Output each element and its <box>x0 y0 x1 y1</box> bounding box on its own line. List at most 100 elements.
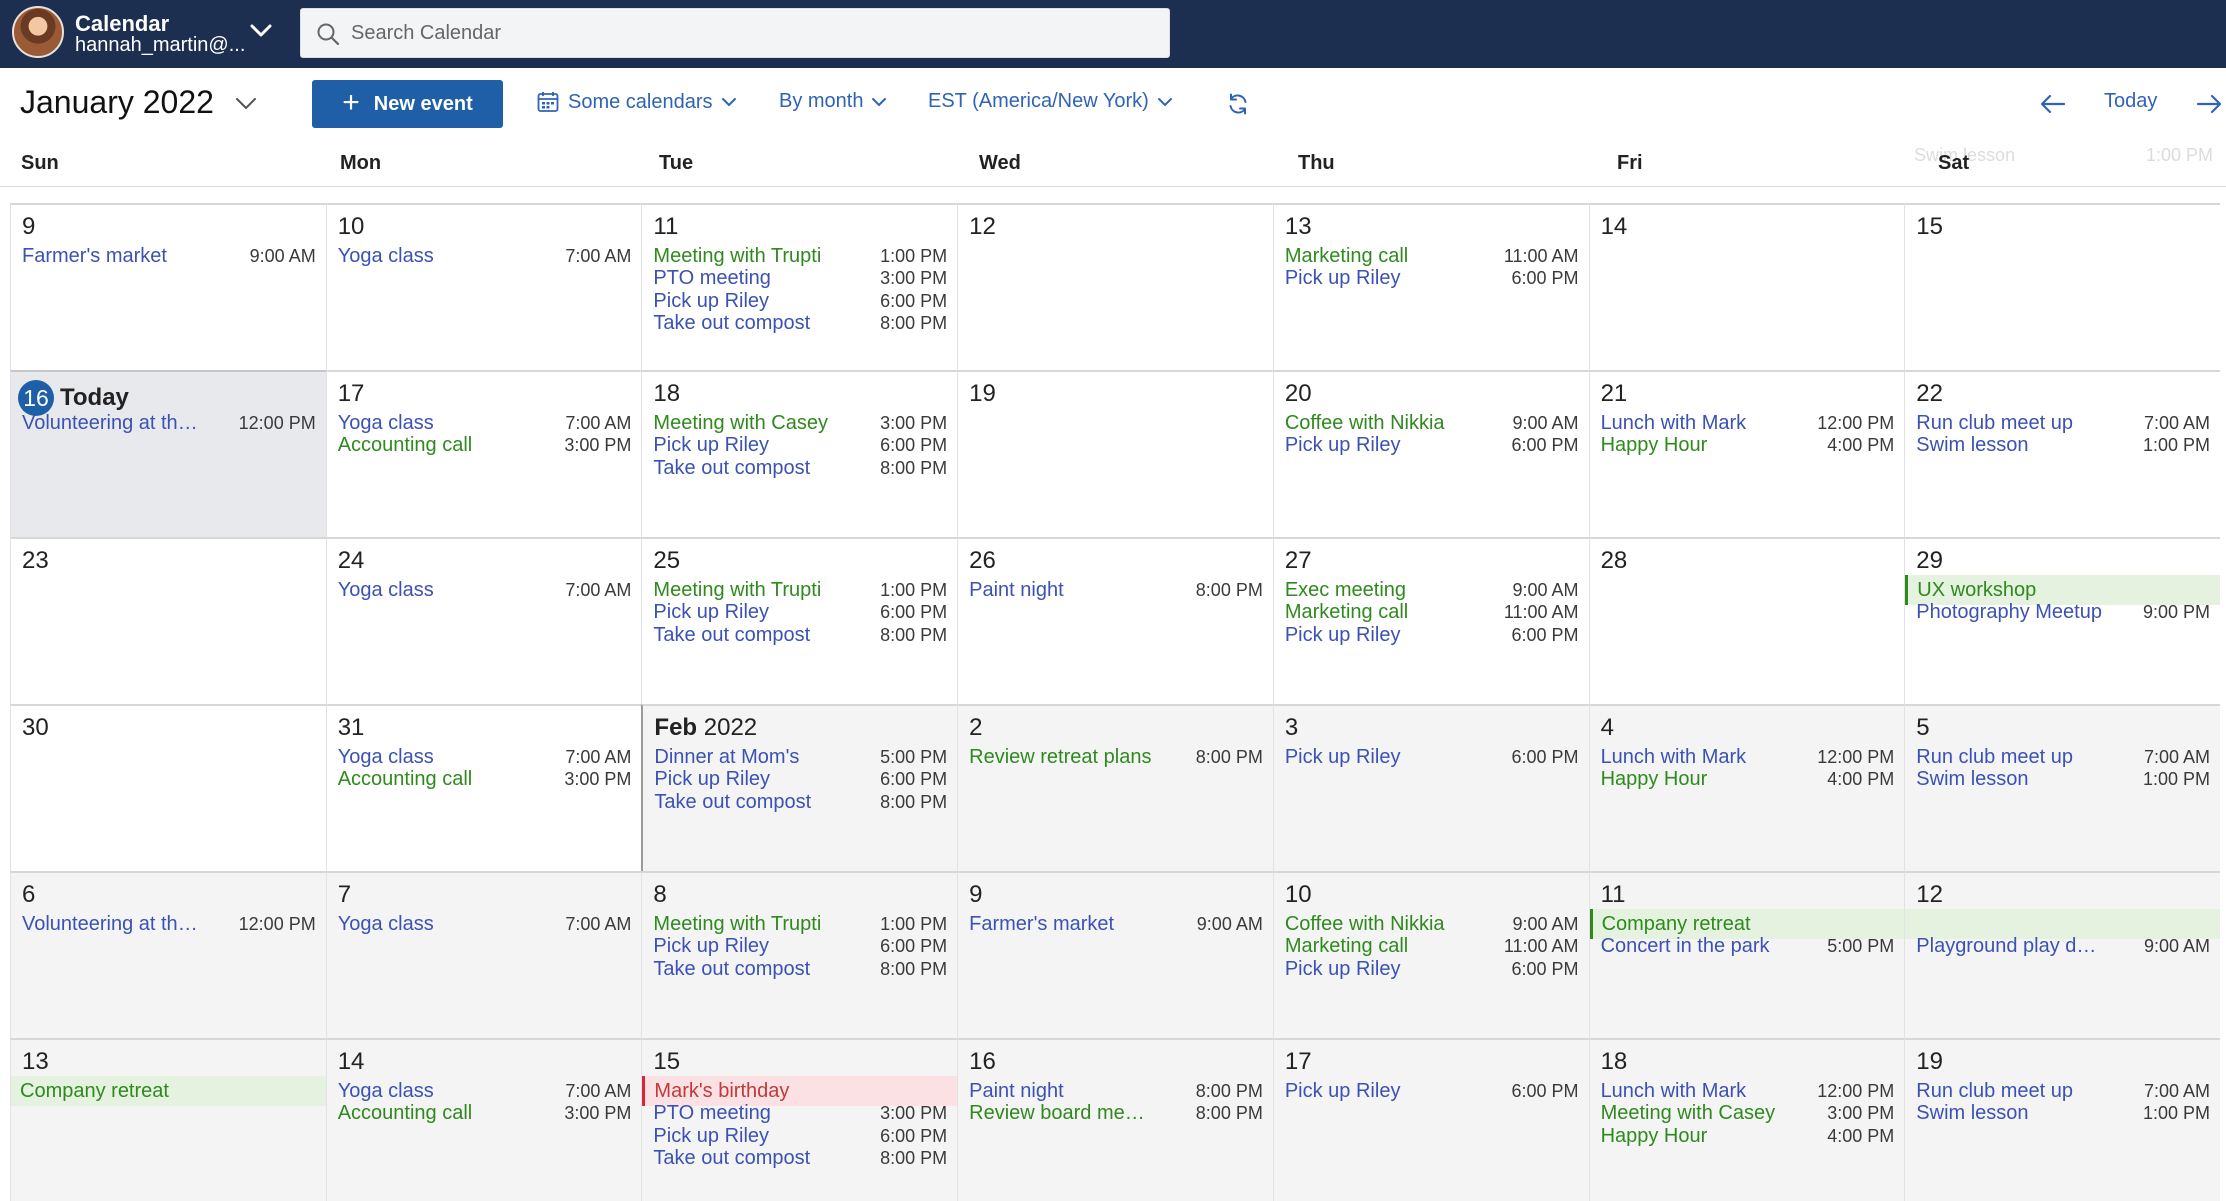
day-cell[interactable]: 14 Yoga class 7:00 AM Accounting call 3:00 P… <box>325 1038 642 1201</box>
day-cell[interactable]: 6 Volunteering at the park 12:00 PM <box>10 871 326 1038</box>
day-cell[interactable]: 17 Yoga class 7:00 AM Accounting call 3:00 P… <box>325 370 642 537</box>
calendar-event[interactable]: Take out compost 8:00 PM <box>642 453 957 483</box>
calendar-event[interactable]: Pick up Riley 6:00 PM <box>1274 742 1589 772</box>
day-cell[interactable]: 15 <box>1904 203 2220 370</box>
today-button[interactable]: Today <box>2104 90 2157 113</box>
day-cell[interactable]: 9 Farmer's market 9:00 AM <box>10 203 326 370</box>
day-cell[interactable]: 19 Run club meet up 7:00 AM Swim lesson 1:00… <box>1904 1038 2220 1201</box>
day-cell[interactable]: 22 Run club meet up 7:00 AM Swim lesson 1:00… <box>1904 370 2220 537</box>
day-cell[interactable]: 14 <box>1588 203 1905 370</box>
day-cell[interactable]: 30 <box>10 704 326 871</box>
month-grid: 9 Farmer's market 9:00 AM 10 Yoga class 7:00 … <box>10 203 2220 1201</box>
arrow-right-icon[interactable] <box>2196 93 2222 115</box>
day-number: 9 <box>969 881 983 908</box>
day-cell[interactable]: 13 Marketing call 11:00 AM Pick up Riley 6:0… <box>1272 203 1589 370</box>
calendar-event[interactable]: Yoga class 7:00 AM <box>327 909 642 939</box>
event-time: 12:00 PM <box>238 413 316 433</box>
day-cell[interactable]: 27 Exec meeting 9:00 AM Marketing call 11:00… <box>1272 537 1589 704</box>
day-cell[interactable]: 10 Yoga class 7:00 AM <box>325 203 642 370</box>
day-cell[interactable]: 10 Coffee with Nikkia 9:00 AM Marketing cal… <box>1272 871 1589 1038</box>
calendar-event[interactable]: Review retreat plans 8:00 PM <box>958 742 1273 772</box>
day-cell[interactable]: 4 Lunch with Mark 12:00 PM Happy Hour 4:00 P… <box>1588 704 1905 871</box>
day-cell[interactable]: 23 <box>10 537 326 704</box>
event-title: Swim lesson <box>1916 1102 2029 1125</box>
day-cell[interactable]: 11 Company retreat Concert in the park 5:00… <box>1588 871 1905 1038</box>
all-day-event[interactable]: Company retreat <box>11 1076 326 1106</box>
day-cell[interactable]: 9 Farmer's market 9:00 AM <box>957 871 1273 1038</box>
calendar-event[interactable]: Take out compost 8:00 PM <box>642 620 957 650</box>
day-cell[interactable]: 20 Coffee with Nikkia 9:00 AM Pick up Riley… <box>1272 370 1589 537</box>
day-cell[interactable]: 21 Lunch with Mark 12:00 PM Happy Hour 4:00 … <box>1588 370 1905 537</box>
event-time: 8:00 PM <box>880 457 948 478</box>
day-cell[interactable]: 18 Lunch with Mark 12:00 PM Meeting with Ca… <box>1588 1038 1905 1201</box>
day-cell[interactable]: 13 Company retreat <box>10 1038 326 1201</box>
event-time: 8:00 PM <box>880 313 948 334</box>
calendar-event[interactable]: Playground play date 9:00 AM <box>1905 931 2220 961</box>
day-cell[interactable]: 19 <box>957 370 1273 537</box>
day-cell[interactable]: Feb 2022 Dinner at Mom's 5:00 PM Pick up Ri… <box>641 704 958 871</box>
timezone-selector[interactable]: EST (America/New York) <box>928 90 1173 113</box>
calendar-event[interactable]: Pick up Riley 6:00 PM <box>1274 1076 1589 1106</box>
day-cell[interactable]: 16TodayVolunteering at the park12:00 PM <box>10 370 326 537</box>
chevron-down-icon <box>721 98 736 107</box>
weekday-thu: Thu <box>1298 152 1335 174</box>
day-cell[interactable]: 12 Playground play date 9:00 AM <box>1904 871 2220 1038</box>
day-cell[interactable]: 16 Paint night 8:00 PM Review board meeting… <box>957 1038 1273 1201</box>
day-cell[interactable]: 12 <box>957 203 1273 370</box>
chevron-down-icon[interactable] <box>248 19 274 41</box>
calendar-event[interactable]: Yoga class 7:00 AM <box>327 575 642 605</box>
calendar-event[interactable]: Happy Hour 4:00 PM <box>1590 764 1905 794</box>
day-cell[interactable]: 29 UX workshop Photography Meetup 9:00 PM <box>1904 537 2220 704</box>
day-cell[interactable]: 7 Yoga class 7:00 AM <box>325 871 642 1038</box>
month-title[interactable]: January 2022 <box>20 84 214 121</box>
calendar-event[interactable]: Volunteering at the park 12:00 PM <box>11 909 326 939</box>
calendar-event[interactable]: Swim lesson 1:00 PM <box>1905 1098 2220 1128</box>
day-cell[interactable]: 31 Yoga class 7:00 AM Accounting call 3:00 P… <box>325 704 642 871</box>
calendar-event[interactable]: Take out compost 8:00 PM <box>642 308 957 338</box>
day-cell[interactable]: 24 Yoga class 7:00 AM <box>325 537 642 704</box>
calendar-event[interactable]: Happy Hour 4:00 PM <box>1590 430 1905 460</box>
calendar-event[interactable]: Paint night 8:00 PM <box>958 575 1273 605</box>
account-name[interactable]: hannah_martin@... <box>75 34 245 57</box>
avatar[interactable] <box>12 6 64 58</box>
calendar-event[interactable]: Pick up Riley 6:00 PM <box>1274 620 1589 650</box>
calendar-event[interactable]: Review board meeting 8:00 PM <box>958 1098 1273 1128</box>
calendar-event[interactable]: Accounting call 3:00 PM <box>327 430 642 460</box>
calendar-event[interactable]: Swim lesson 1:00 PM <box>1905 430 2220 460</box>
calendar-event[interactable]: Yoga class 7:00 AM <box>327 241 642 271</box>
calendar-event[interactable]: Pick up Riley 6:00 PM <box>1274 954 1589 984</box>
calendar-event[interactable]: Farmer's market 9:00 AM <box>11 241 326 271</box>
day-cell[interactable]: 26 Paint night 8:00 PM <box>957 537 1273 704</box>
new-event-button[interactable]: + New event <box>312 80 503 128</box>
calendar-event[interactable]: Farmer's market 9:00 AM <box>958 909 1273 939</box>
calendar-event[interactable]: Take out compost 8:00 PM <box>642 1143 957 1173</box>
day-cell[interactable]: 15 Mark's birthday PTO meeting 3:00 PM Pick … <box>641 1038 958 1201</box>
calendars-filter[interactable]: Some calendars <box>536 90 737 114</box>
day-cell[interactable]: 25 Meeting with Trupti 1:00 PM Pick up Rile… <box>641 537 958 704</box>
calendar-event[interactable]: Accounting call 3:00 PM <box>327 1098 642 1128</box>
day-cell[interactable]: 11 Meeting with Trupti 1:00 PM PTO meeting 3… <box>641 203 958 370</box>
search-input[interactable] <box>351 9 1151 57</box>
day-cell[interactable]: 17 Pick up Riley 6:00 PM <box>1272 1038 1589 1201</box>
calendar-event[interactable]: Take out compost 8:00 PM <box>642 954 957 984</box>
calendar-event[interactable]: Pick up Riley 6:00 PM <box>1274 263 1589 293</box>
calendar-event[interactable]: Pick up Riley 6:00 PM <box>1274 430 1589 460</box>
calendar-event[interactable]: Accounting call 3:00 PM <box>327 764 642 794</box>
calendar-event[interactable]: Volunteering at the park 12:00 PM <box>11 408 326 438</box>
day-cell[interactable]: 18 Meeting with Casey 3:00 PM Pick up Riley… <box>641 370 958 537</box>
refresh-icon[interactable] <box>1226 92 1250 116</box>
day-cell[interactable]: 2 Review retreat plans 8:00 PM <box>957 704 1273 871</box>
arrow-left-icon[interactable] <box>2040 93 2066 115</box>
calendar-event[interactable]: Concert in the park 5:00 PM <box>1590 931 1905 961</box>
chevron-down-icon[interactable] <box>234 92 258 114</box>
calendar-event[interactable]: Photography Meetup 9:00 PM <box>1905 597 2220 627</box>
calendar-event[interactable]: Take out compost 8:00 PM <box>643 787 957 817</box>
day-cell[interactable]: 3 Pick up Riley 6:00 PM <box>1272 704 1589 871</box>
calendar-event[interactable]: Swim lesson 1:00 PM <box>1905 764 2220 794</box>
day-cell[interactable]: 28 <box>1588 537 1905 704</box>
view-selector[interactable]: By month <box>779 90 887 113</box>
day-cell[interactable]: 8 Meeting with Trupti 1:00 PM Pick up Riley… <box>641 871 958 1038</box>
calendar-event[interactable]: Happy Hour 4:00 PM <box>1590 1121 1905 1151</box>
search-box[interactable] <box>300 8 1170 58</box>
day-cell[interactable]: 5 Run club meet up 7:00 AM Swim lesson 1:00 … <box>1904 704 2220 871</box>
